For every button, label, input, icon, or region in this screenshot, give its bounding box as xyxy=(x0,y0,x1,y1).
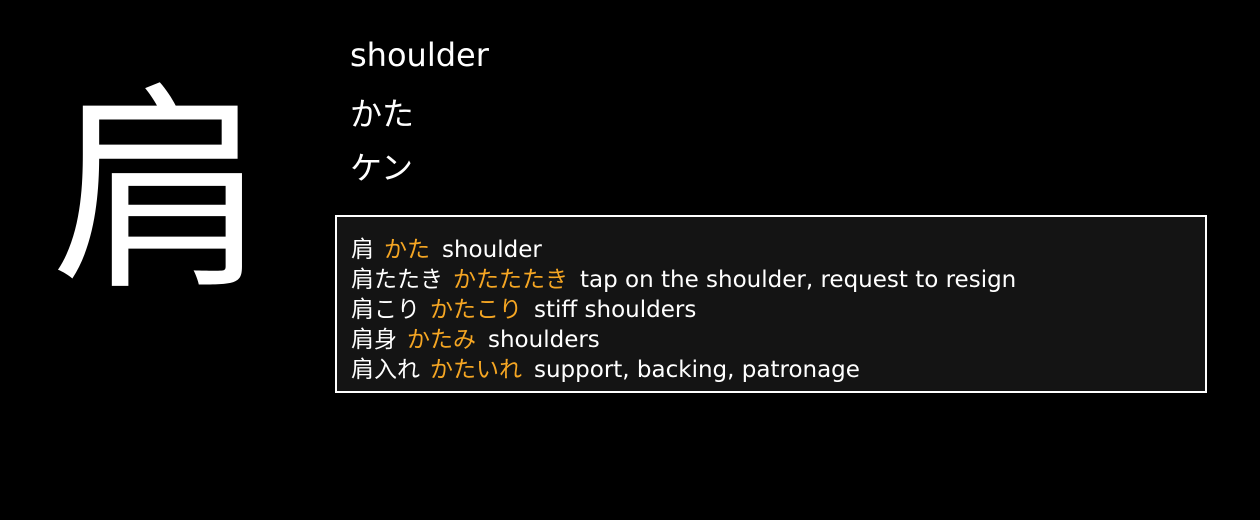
example-gloss: support, backing, patronage xyxy=(534,357,860,383)
example-reading: かたたたき xyxy=(453,267,568,293)
example-reading: かたいれ xyxy=(430,357,522,383)
example-row: 肩入れ かたいれ support, backing, patronage xyxy=(351,355,1205,385)
example-row: 肩身 かたみ shoulders xyxy=(351,325,1205,355)
example-reading: かたみ xyxy=(407,327,476,353)
example-word: 肩入れ xyxy=(351,357,420,383)
example-gloss: shoulder xyxy=(442,237,542,263)
example-word: 肩たたき xyxy=(351,267,443,293)
examples-panel: 肩かた shoulder 肩たたき かたたたき tap on the shoulder… xyxy=(335,215,1207,393)
example-reading: かたこり xyxy=(430,297,522,323)
example-row: 肩かた shoulder xyxy=(351,235,1205,265)
kanji-meaning: shoulder xyxy=(350,36,489,74)
example-word: 肩こり xyxy=(351,297,420,323)
example-gloss: shoulders xyxy=(488,327,600,353)
example-row: 肩たたき かたたたき tap on the shoulder, request to… xyxy=(351,265,1205,295)
on-reading: ケン xyxy=(350,149,414,187)
kanji-character: 肩 xyxy=(51,67,269,320)
example-reading: かた xyxy=(384,237,430,263)
example-gloss: tap on the shoulder, request to resign xyxy=(580,267,1017,293)
example-word: 肩身 xyxy=(351,327,397,353)
example-row: 肩こり かたこり stiff shoulders xyxy=(351,295,1205,325)
example-gloss: stiff shoulders xyxy=(534,297,697,323)
kun-reading: かた xyxy=(350,95,415,133)
example-word: 肩 xyxy=(351,237,374,263)
